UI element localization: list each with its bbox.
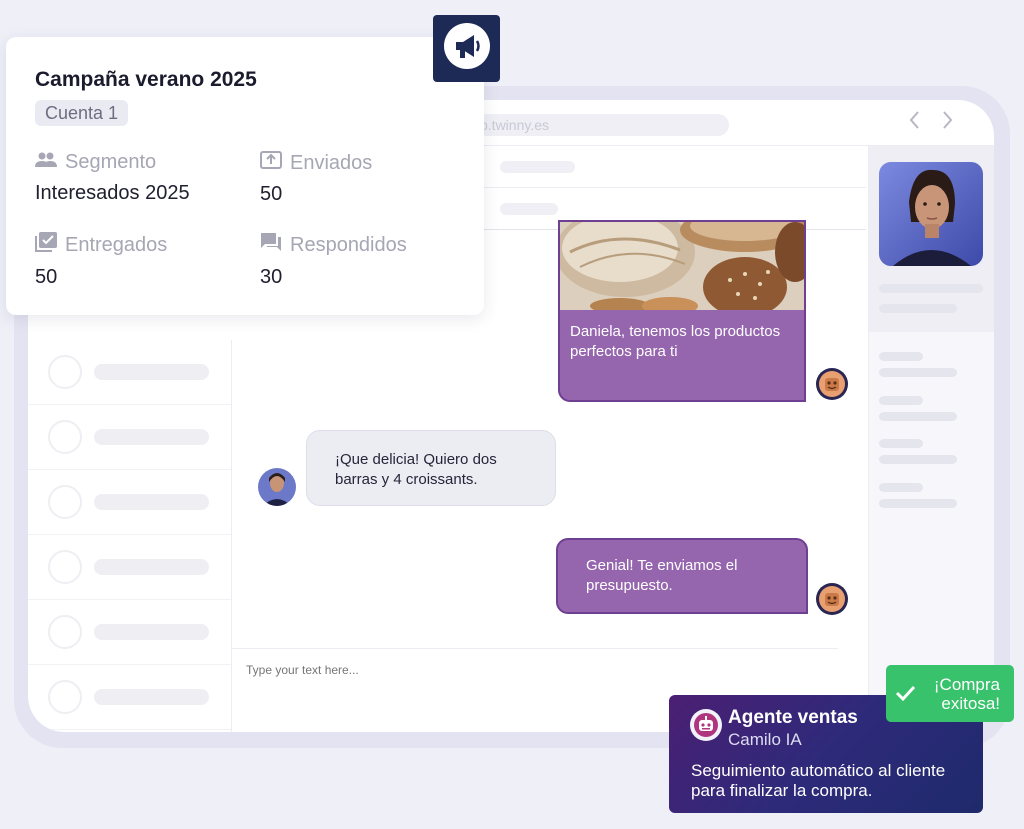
stat-label: Entregados [65, 233, 168, 256]
list-item[interactable] [28, 665, 231, 730]
success-text: ¡Compra exitosa! [933, 675, 1000, 713]
text-placeholder [94, 624, 209, 640]
avatar-placeholder [48, 485, 82, 519]
bot-avatar [816, 368, 848, 400]
list-item[interactable] [28, 535, 231, 600]
stat-label: Respondidos [290, 233, 407, 256]
contact-header [869, 146, 994, 332]
list-item[interactable] [28, 600, 231, 665]
campaign-title: Campaña verano 2025 [35, 68, 257, 91]
text-placeholder [94, 559, 209, 575]
customer-message: ¡Que delicia! Quiero dos barras y 4 croi… [306, 430, 556, 506]
list-item[interactable] [28, 340, 231, 405]
text-placeholder [879, 412, 957, 421]
text-placeholder [879, 284, 983, 293]
customer-avatar [258, 468, 296, 506]
text-placeholder [879, 499, 957, 508]
contact-panel [868, 146, 994, 732]
stat-value: Interesados 2025 [35, 182, 190, 204]
account-chip: Cuenta 1 [35, 100, 129, 126]
agent-message: Genial! Te enviamos el presupuesto. [556, 538, 808, 614]
campaign-card: Campaña verano 2025 Cuenta 1 Segmento In… [6, 37, 484, 315]
avatar-placeholder [48, 420, 82, 454]
message-text: ¡Que delicia! Quiero dos barras y 4 croi… [335, 451, 497, 488]
chevron-left-icon[interactable] [908, 110, 920, 136]
bot-avatar [816, 583, 848, 615]
megaphone-badge [433, 15, 500, 82]
upload-icon [260, 151, 290, 175]
stat-delivered: Entregados 50 [35, 232, 245, 289]
success-badge: ¡Compra exitosa! [886, 665, 1014, 722]
agent-image-message: Daniela, tenemos los productos perfectos… [558, 220, 806, 402]
chat-bubble-icon [260, 232, 290, 258]
people-icon [35, 151, 65, 174]
list-item[interactable] [28, 405, 231, 470]
agent-subtitle: Camilo IA [728, 730, 802, 749]
stat-value: 50 [35, 266, 58, 288]
robot-icon [690, 709, 722, 741]
text-placeholder [879, 439, 923, 448]
agent-name: Agente ventas [728, 707, 858, 728]
stat-value: 50 [260, 183, 283, 205]
avatar-placeholder [48, 680, 82, 714]
stat-label: Segmento [65, 151, 157, 173]
list-item[interactable] [28, 470, 231, 535]
text-placeholder [94, 689, 209, 705]
message-input[interactable] [246, 663, 646, 677]
message-text: Daniela, tenemos los productos perfectos… [570, 323, 781, 360]
text-placeholder [94, 364, 209, 380]
text-placeholder [879, 304, 957, 313]
subheader-placeholder [500, 203, 558, 215]
text-placeholder [94, 429, 209, 445]
stat-value: 30 [260, 266, 283, 288]
stat-sent: Enviados 50 [260, 151, 470, 206]
text-placeholder [94, 494, 209, 510]
text-placeholder [879, 396, 923, 405]
avatar-placeholder [48, 615, 82, 649]
conversation-list [28, 340, 232, 732]
text-placeholder [879, 455, 957, 464]
avatar-placeholder [48, 355, 82, 389]
check-box-icon [35, 232, 65, 258]
bread-photo [560, 222, 804, 317]
agent-description: Seguimiento automático al cliente para f… [691, 761, 946, 800]
stat-label: Enviados [290, 151, 373, 174]
megaphone-icon [443, 22, 491, 75]
chevron-right-icon[interactable] [942, 110, 954, 136]
text-placeholder [879, 352, 923, 361]
header-placeholder [500, 161, 575, 173]
message-text: Genial! Te enviamos el presupuesto. [586, 557, 738, 594]
url-bar[interactable]: p.twinny.es [476, 114, 729, 136]
stat-replied: Respondidos 30 [260, 232, 470, 289]
stat-segment: Segmento Interesados 2025 [35, 151, 245, 205]
avatar-placeholder [48, 550, 82, 584]
text-placeholder [879, 483, 923, 492]
contact-photo [879, 162, 983, 266]
chat-header [480, 146, 866, 188]
text-placeholder [879, 368, 957, 377]
